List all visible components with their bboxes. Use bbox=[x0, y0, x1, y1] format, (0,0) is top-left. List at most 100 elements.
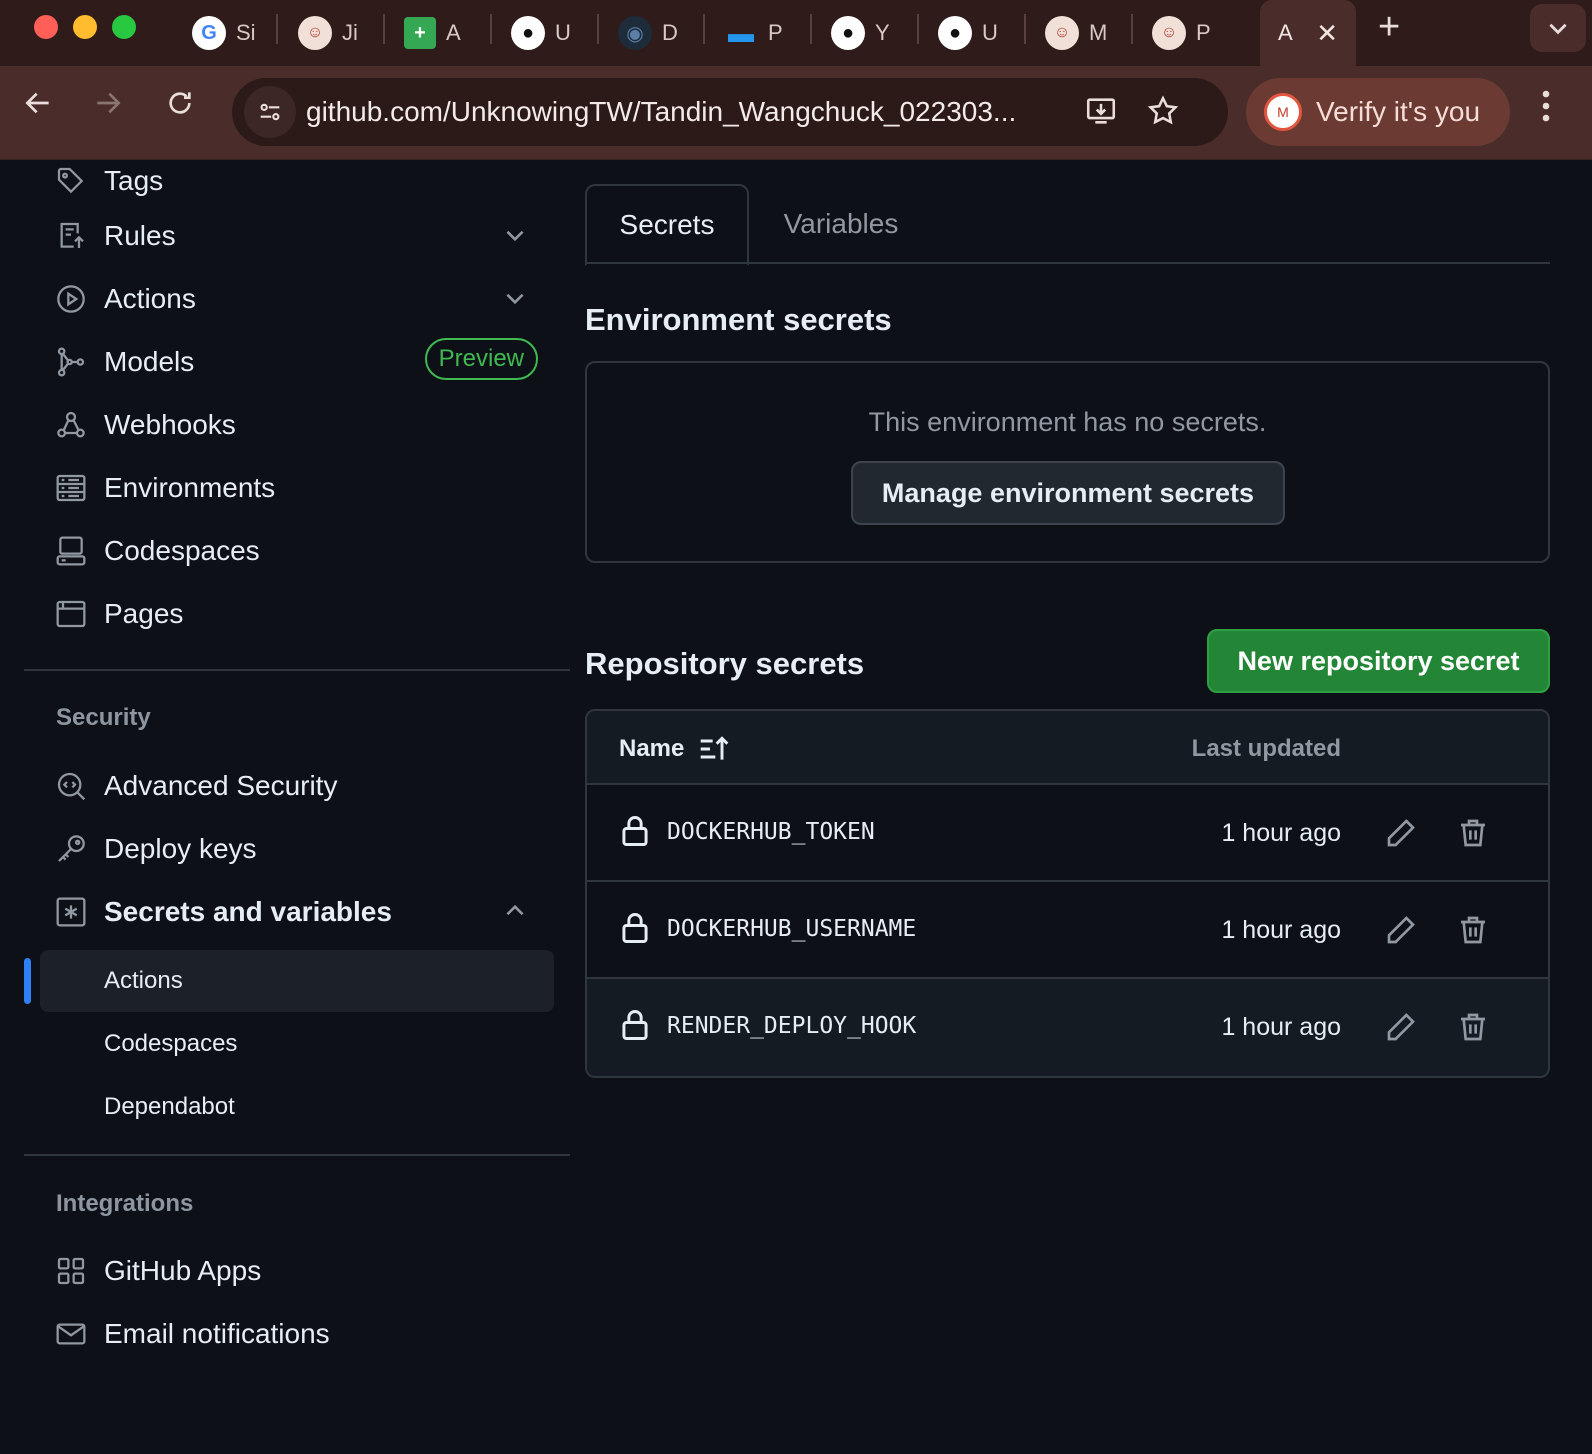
sidebar-divider bbox=[24, 669, 570, 671]
sidebar-subitem-actions[interactable]: Actions bbox=[40, 950, 554, 1012]
browser-tab[interactable]: ● U bbox=[503, 8, 571, 58]
delete-secret-button[interactable] bbox=[1453, 1007, 1493, 1047]
browser-tab[interactable]: ● U bbox=[930, 8, 998, 58]
active-indicator bbox=[24, 958, 31, 1004]
delete-secret-button[interactable] bbox=[1453, 910, 1493, 950]
tab-secrets[interactable]: Secrets bbox=[585, 184, 749, 266]
browser-tab[interactable]: ☺ Ji bbox=[290, 8, 358, 58]
settings-sidebar: Tags Rules Actions Models Preview Webhoo… bbox=[0, 160, 570, 1454]
secret-name: RENDER_DEPLOY_HOOK bbox=[667, 1013, 917, 1039]
chevron-down-icon bbox=[1549, 23, 1567, 35]
arrow-left-icon bbox=[25, 92, 49, 114]
table-header: Name Last updated bbox=[587, 711, 1548, 785]
new-tab-button[interactable]: + bbox=[1378, 6, 1400, 49]
jenkins-icon: ☺ bbox=[1045, 16, 1079, 50]
edit-secret-button[interactable] bbox=[1381, 1007, 1421, 1047]
reload-button[interactable] bbox=[164, 86, 196, 128]
chevron-down-icon[interactable] bbox=[502, 222, 528, 253]
window-zoom-button[interactable] bbox=[112, 15, 136, 39]
tab-separator bbox=[383, 14, 385, 44]
site-info-button[interactable] bbox=[244, 86, 296, 138]
sidebar-subitem-dependabot[interactable]: Dependabot bbox=[40, 1076, 554, 1138]
manage-environment-secrets-button[interactable]: Manage environment secrets bbox=[851, 461, 1285, 525]
browser-tab[interactable]: ▬ P bbox=[716, 8, 783, 58]
sidebar-item-codespaces[interactable]: Codespaces bbox=[54, 525, 538, 577]
github-icon: ● bbox=[938, 16, 972, 50]
tab-separator bbox=[1131, 14, 1133, 44]
active-browser-tab[interactable]: A ✕ bbox=[1260, 0, 1356, 66]
secret-updated: 1 hour ago bbox=[1221, 916, 1341, 944]
table-row: RENDER_DEPLOY_HOOK 1 hour ago bbox=[587, 979, 1548, 1076]
docker-icon: ▬ bbox=[728, 17, 754, 48]
browser-tab[interactable]: ● Y bbox=[823, 8, 890, 58]
apps-icon bbox=[54, 1254, 88, 1288]
address-bar[interactable]: github.com/UnknowingTW/Tandin_Wangchuck_… bbox=[232, 78, 1228, 146]
delete-secret-button[interactable] bbox=[1453, 813, 1493, 853]
browser-tab[interactable]: ☺ P bbox=[1144, 8, 1211, 58]
sidebar-item-models[interactable]: Models Preview bbox=[54, 336, 538, 388]
sidebar-item-github-apps[interactable]: GitHub Apps bbox=[54, 1245, 538, 1297]
secret-updated: 1 hour ago bbox=[1221, 819, 1341, 847]
tab-variables[interactable]: Variables bbox=[781, 184, 901, 264]
webhook-icon bbox=[54, 408, 88, 442]
browser-toolbar: github.com/UnknowingTW/Tandin_Wangchuck_… bbox=[0, 66, 1592, 160]
browser-tab[interactable]: ☺ M bbox=[1037, 8, 1107, 58]
window-close-button[interactable] bbox=[34, 15, 58, 39]
pencil-icon bbox=[1387, 916, 1415, 944]
codespaces-icon bbox=[54, 534, 88, 568]
tag-icon bbox=[54, 164, 88, 198]
window-minimize-button[interactable] bbox=[73, 15, 97, 39]
new-repository-secret-button[interactable]: New repository secret bbox=[1207, 629, 1550, 693]
secrets-variables-tabs: Secrets Variables bbox=[585, 184, 1550, 266]
sort-by-name-button[interactable]: Name bbox=[619, 733, 730, 765]
browser-tab[interactable]: + A bbox=[396, 8, 461, 58]
play-circle-icon bbox=[54, 282, 88, 316]
column-last-updated: Last updated bbox=[1191, 735, 1341, 762]
sidebar-item-secrets-and-variables[interactable]: Secrets and variables bbox=[54, 886, 538, 938]
asterisk-icon bbox=[54, 895, 88, 929]
environment-secrets-box: This environment has no secrets. Manage … bbox=[585, 361, 1550, 563]
pencil-icon bbox=[1387, 819, 1415, 847]
environment-secrets-heading: Environment secrets bbox=[585, 302, 892, 337]
key-icon bbox=[54, 832, 88, 866]
edit-secret-button[interactable] bbox=[1381, 813, 1421, 853]
github-icon: ● bbox=[511, 16, 545, 50]
sidebar-item-pages[interactable]: Pages bbox=[54, 588, 538, 640]
chevron-up-icon[interactable] bbox=[502, 898, 528, 929]
close-tab-icon[interactable]: ✕ bbox=[1316, 18, 1338, 49]
sidebar-item-rules[interactable]: Rules bbox=[54, 210, 538, 262]
trash-icon bbox=[1461, 1013, 1485, 1041]
forward-button[interactable] bbox=[92, 86, 124, 128]
trash-icon bbox=[1461, 819, 1485, 847]
back-button[interactable] bbox=[22, 86, 54, 128]
browser-tab-strip: G Si ☺ Ji + A ● U ◉ D ▬ P ● Y ● U ☺ M ☺ … bbox=[0, 0, 1592, 66]
sidebar-item-advanced-security[interactable]: Advanced Security bbox=[54, 760, 538, 812]
arrow-right-icon bbox=[97, 92, 121, 114]
sidebar-item-deploy-keys[interactable]: Deploy keys bbox=[54, 823, 538, 875]
bookmark-star-icon[interactable] bbox=[1146, 94, 1180, 136]
browser-menu-button[interactable] bbox=[1540, 88, 1552, 133]
sidebar-subitem-codespaces[interactable]: Codespaces bbox=[40, 1013, 554, 1075]
url-text[interactable]: github.com/UnknowingTW/Tandin_Wangchuck_… bbox=[306, 96, 1016, 128]
tab-separator bbox=[276, 14, 278, 44]
sidebar-item-tags[interactable]: Tags bbox=[54, 155, 538, 207]
tab-search-button[interactable] bbox=[1530, 4, 1586, 52]
edit-secret-button[interactable] bbox=[1381, 910, 1421, 950]
repository-secrets-table: Name Last updated DOCKERHUB_TOKEN 1 hour… bbox=[585, 709, 1550, 1078]
install-app-icon[interactable] bbox=[1084, 94, 1118, 136]
verify-profile-button[interactable]: M Verify it's you bbox=[1246, 78, 1510, 146]
secret-name: DOCKERHUB_USERNAME bbox=[667, 916, 917, 942]
models-icon bbox=[54, 345, 88, 379]
avatar: M bbox=[1264, 93, 1302, 131]
chevron-down-icon[interactable] bbox=[502, 285, 528, 316]
sidebar-item-email-notifications[interactable]: Email notifications bbox=[54, 1308, 538, 1360]
preview-badge: Preview bbox=[424, 338, 538, 380]
sidebar-item-webhooks[interactable]: Webhooks bbox=[54, 399, 538, 451]
secret-name: DOCKERHUB_TOKEN bbox=[667, 819, 875, 845]
browser-icon bbox=[54, 597, 88, 631]
sidebar-item-environments[interactable]: Environments bbox=[54, 462, 538, 514]
sidebar-item-actions[interactable]: Actions bbox=[54, 273, 538, 325]
browser-tab[interactable]: G Si bbox=[184, 8, 256, 58]
tab-separator bbox=[490, 14, 492, 44]
browser-tab[interactable]: ◉ D bbox=[610, 8, 678, 58]
